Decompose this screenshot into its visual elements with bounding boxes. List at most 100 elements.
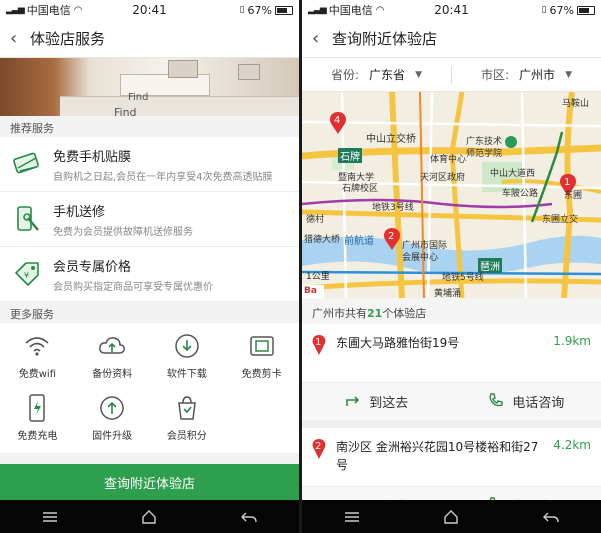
more-item-label: 固件升级 (92, 431, 133, 442)
service-item-screen-protector[interactable]: 免费手机贴膜 自购机之日起,会员在一年内享受4次免费高透贴膜 (0, 137, 299, 192)
count-number: 21 (367, 307, 383, 320)
store-pin-icon: 1 (310, 334, 328, 356)
more-item-wifi[interactable]: 免费wifi (0, 329, 75, 391)
map-label: 前航道 (344, 236, 374, 247)
store-card: 1 东圃大马路雅怡街19号 1.9km 到这去 电话咨询 (302, 324, 601, 420)
map-label: 德村 (306, 215, 325, 225)
more-section-title: 更多服务 (0, 302, 299, 323)
find-nearby-store-button[interactable]: 查询附近体验店 (0, 464, 299, 500)
store-header[interactable]: 2 南沙区 金洲裕兴花园10号楼裕和街27号 4.2km (302, 428, 601, 486)
province-value: 广东省 (369, 68, 406, 82)
wifi-icon (24, 331, 50, 361)
system-nav-bar (0, 500, 299, 533)
map-label: 猎德大桥 (304, 235, 341, 245)
store-distance: 1.9km (553, 334, 591, 348)
back-icon[interactable]: ‹ (10, 28, 26, 49)
store-header[interactable]: 1 东圃大马路雅怡街19号 1.9km (302, 324, 601, 382)
more-services-grid: 免费wifi 备份资料 软件下载 免费剪卡 免费充电 固件升级 会员积分 (0, 323, 299, 453)
map-label: 黄埔涌 (434, 289, 462, 298)
store-pin-icon: 2 (310, 438, 328, 460)
vibrate-icon: ▯ (239, 5, 245, 15)
map-label: 东圃 (564, 191, 583, 201)
count-suffix: 个体验店 (382, 307, 427, 320)
map-pin-label: 1 (564, 177, 571, 188)
title-bar: ‹ 查询附近体验店 (302, 20, 601, 58)
more-item-label: 备份资料 (92, 369, 133, 380)
more-item-backup[interactable]: 备份资料 (75, 329, 150, 391)
menu-icon[interactable] (344, 511, 360, 523)
banner-monitor-2 (238, 64, 260, 80)
back-icon[interactable]: ‹ (312, 28, 328, 49)
sim-card-icon (249, 331, 275, 361)
service-name: 会员专属价格 (53, 259, 132, 275)
back-nav-icon[interactable] (543, 511, 559, 523)
more-item-label: 免费wifi (18, 369, 56, 380)
service-item-member-price[interactable]: ¥ 会员专属价格 会员购买指定商品可享受专属优惠价 (0, 247, 299, 302)
map-pin-label: 4 (334, 115, 341, 126)
banner-find-text-2: Find (114, 106, 137, 116)
card-gap (302, 420, 601, 428)
store-distance: 4.2km (553, 438, 591, 452)
store-finder-screen: ▂▃▅ 中国电信 ◠ 20:41 ▯ 67% ‹ 查询附近体验店 省份: 广东省… (302, 0, 601, 533)
battery-icon (275, 5, 293, 15)
map-label: 东圃立交 (542, 215, 579, 225)
store-pin-number: 2 (315, 441, 322, 452)
count-prefix: 广州市共有 (312, 307, 367, 320)
city-select[interactable]: 市区: 广州市 ▼ (452, 66, 601, 83)
service-desc: 免费为会员提供故障机送修服务 (53, 226, 193, 238)
map-logo-icon: Ba (304, 286, 317, 296)
wifi-icon: ◠ (73, 4, 83, 16)
chevron-down-icon: ▼ (415, 69, 422, 80)
back-nav-icon[interactable] (241, 511, 257, 523)
svg-text:¥: ¥ (24, 271, 29, 280)
call-label: 电话咨询 (512, 396, 565, 411)
page-title: 体验店服务 (30, 30, 106, 48)
more-item-charging[interactable]: 免费充电 (0, 391, 75, 453)
more-item-firmware[interactable]: 固件升级 (75, 391, 150, 453)
map-scale: 1公里 (306, 272, 330, 282)
more-item-sim-cut[interactable]: 免费剪卡 (224, 329, 299, 391)
system-nav-bar (302, 500, 601, 533)
status-bar: ▂▃▅ 中国电信 ◠ 20:41 ▯ 67% (302, 0, 601, 20)
store-map[interactable]: 4 2 1 中山立交桥 广东技术 师范学院 石牌 暨南大学 石牌校区 天河区政府… (302, 92, 601, 298)
more-item-points[interactable]: 会员积分 (150, 391, 225, 453)
map-pin-label: 2 (388, 231, 395, 242)
more-item-label: 会员积分 (166, 431, 207, 442)
map-label: 石牌 (338, 148, 362, 163)
call-button[interactable]: 电话咨询 (452, 383, 601, 420)
service-name: 免费手机贴膜 (53, 149, 132, 165)
download-icon (174, 331, 200, 361)
home-icon[interactable] (443, 509, 459, 524)
service-item-repair[interactable]: 手机送修 免费为会员提供故障机送修服务 (0, 192, 299, 247)
store-address: 东圃大马路雅怡街19号 (336, 336, 460, 350)
cloud-upload-icon (98, 331, 126, 361)
firmware-upgrade-icon (99, 393, 125, 423)
store-pin-number: 1 (315, 337, 322, 348)
home-icon[interactable] (141, 509, 157, 524)
service-desc: 自购机之日起,会员在一年内享受4次免费高透贴膜 (53, 171, 273, 183)
city-value: 广州市 (519, 68, 556, 82)
store-address: 南沙区 金洲裕兴花园10号楼裕和街27号 (336, 440, 539, 472)
signal-icon: ▂▃▅ (308, 5, 327, 15)
signal-icon: ▂▃▅ (6, 5, 25, 15)
screen-protector-icon (10, 147, 44, 181)
vibrate-icon: ▯ (541, 5, 547, 15)
more-item-label: 软件下载 (166, 369, 207, 380)
province-select[interactable]: 省份: 广东省 ▼ (302, 66, 451, 83)
recommended-list: 免费手机贴膜 自购机之日起,会员在一年内享受4次免费高透贴膜 手机送修 免费为会… (0, 137, 299, 302)
route-arrow-icon (345, 393, 361, 411)
banner-find-text: Find (128, 92, 149, 103)
wifi-icon: ◠ (375, 4, 385, 16)
menu-icon[interactable] (42, 511, 58, 523)
repair-icon (10, 202, 44, 236)
map-canvas (302, 92, 601, 298)
map-label: 体育中心 (430, 155, 467, 165)
title-bar: ‹ 体验店服务 (0, 20, 299, 58)
service-name: 手机送修 (53, 204, 106, 220)
status-bar: ▂▃▅ 中国电信 ◠ 20:41 ▯ 67% (0, 0, 299, 20)
phone-icon (488, 392, 504, 412)
map-label: 师范学院 (466, 149, 503, 159)
navigate-button[interactable]: 到这去 (302, 383, 452, 420)
more-item-download[interactable]: 软件下载 (150, 329, 225, 391)
store-actions: 到这去 电话咨询 (302, 382, 601, 420)
